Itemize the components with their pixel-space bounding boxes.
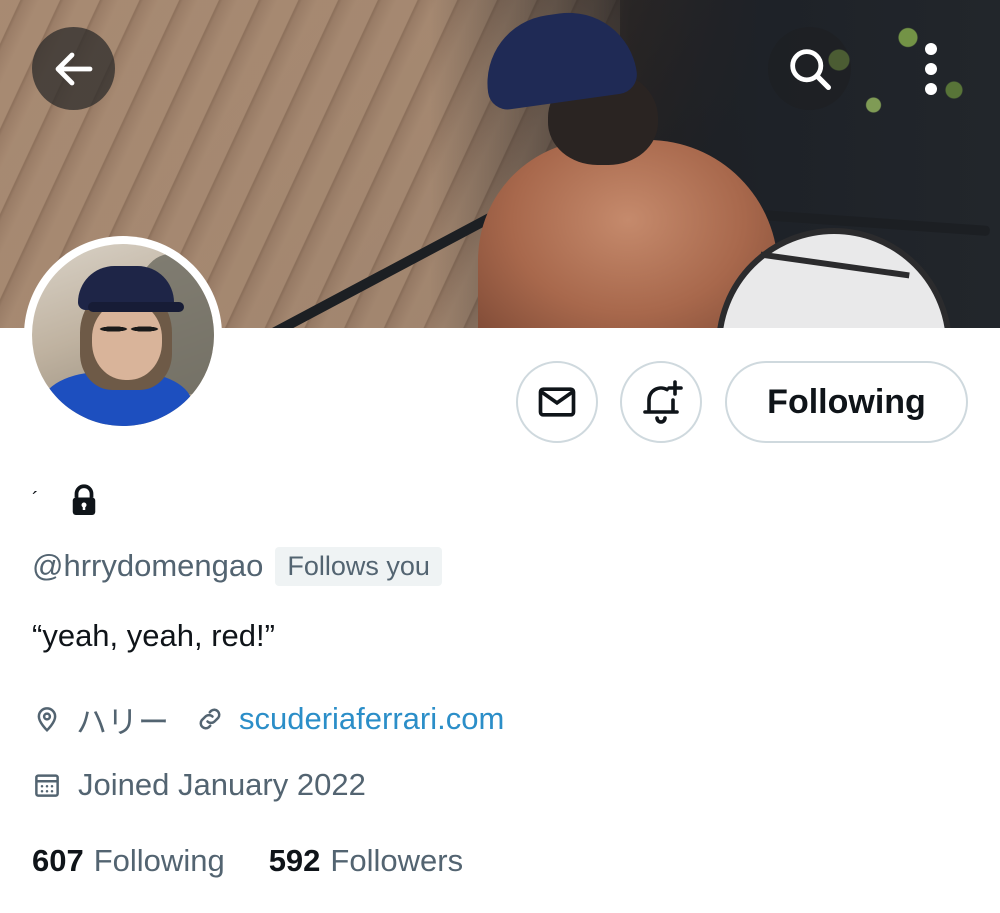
location-text: ハリー: [76, 704, 169, 740]
follows-you-badge: Follows you: [275, 546, 442, 586]
search-button[interactable]: [768, 27, 851, 110]
lock-icon: [72, 484, 95, 515]
bio: “yeah, yeah, red!”: [32, 618, 275, 653]
joined-row: Joined January 2022: [32, 763, 366, 807]
display-name-row: ´: [32, 478, 99, 522]
display-name: ´: [32, 488, 39, 511]
bell-plus-icon: [643, 380, 683, 424]
more-options-button[interactable]: [896, 27, 966, 110]
followers-label: Followers: [330, 843, 464, 878]
following-count: 607: [32, 843, 84, 878]
following-label: Following: [93, 843, 225, 878]
follow-stats: 607 Following 592 Followers: [32, 839, 463, 883]
following-button[interactable]: Following: [725, 361, 968, 443]
avatar[interactable]: [24, 236, 222, 434]
more-vertical-icon: [925, 42, 937, 95]
arrow-left-icon: [55, 52, 92, 85]
back-button[interactable]: [32, 27, 115, 110]
notifications-button[interactable]: [620, 361, 702, 443]
followers-stat[interactable]: 592 Followers: [269, 843, 463, 879]
user-handle: @hrrydomengao: [32, 548, 264, 583]
link-icon: [195, 704, 225, 734]
search-icon: [789, 48, 831, 90]
followers-count: 592: [268, 843, 321, 878]
following-stat[interactable]: 607 Following: [32, 843, 225, 879]
calendar-icon: [32, 770, 62, 800]
website-link[interactable]: scuderiaferrari.com: [239, 701, 504, 737]
handle-row: @hrrydomengao Follows you: [32, 544, 442, 588]
joined-text: Joined January 2022: [78, 767, 366, 802]
envelope-icon: [538, 387, 576, 417]
location-pin-icon: [32, 704, 62, 734]
message-button[interactable]: [516, 361, 598, 443]
avatar-photo: [32, 244, 214, 426]
profile-meta-row: ハリー scuderiaferrari.com: [32, 697, 504, 741]
